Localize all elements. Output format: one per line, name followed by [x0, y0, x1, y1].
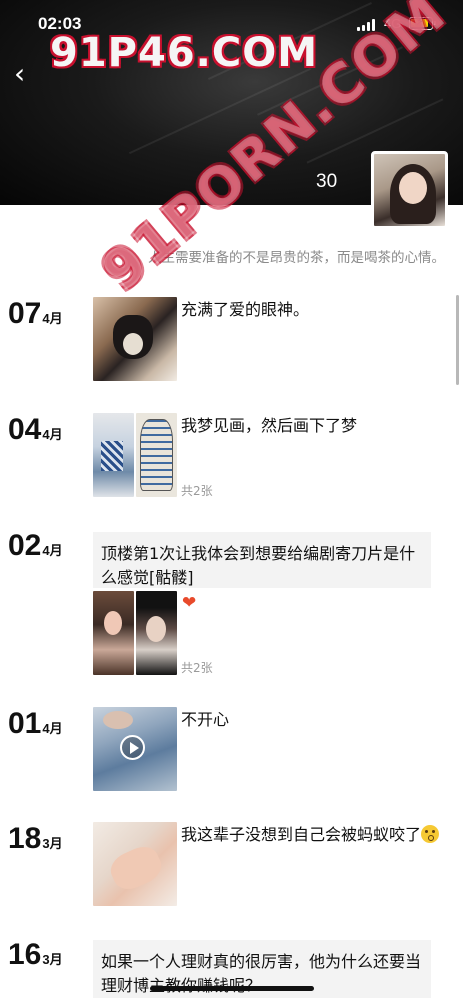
post-day: 04 — [8, 413, 42, 446]
timeline-post: 014月 不开心 — [0, 707, 463, 797]
scrollbar[interactable] — [456, 295, 459, 385]
signal-icon — [357, 19, 377, 31]
post-day: 18 — [8, 822, 42, 855]
post-image[interactable] — [93, 591, 134, 675]
post-date: 044月 — [8, 413, 63, 447]
post-day: 07 — [8, 297, 42, 330]
post-caption[interactable]: 我梦见画，然后画下了梦 — [181, 415, 357, 437]
post-date: 014月 — [8, 707, 63, 741]
timeline-post: 183月 我这辈子没想到自己会被蚂蚁咬了 — [0, 822, 463, 912]
post-day: 02 — [8, 529, 42, 562]
profile-signature: 人生需要准备的不是昂贵的茶，而是喝茶的心情。 — [148, 250, 445, 266]
post-image[interactable] — [93, 413, 134, 497]
post-month: 4月 — [42, 311, 63, 326]
post-image[interactable] — [93, 297, 177, 381]
post-month: 3月 — [42, 836, 63, 851]
post-caption[interactable]: 不开心 — [181, 709, 229, 731]
post-date: 074月 — [8, 297, 63, 331]
home-indicator[interactable] — [150, 986, 314, 991]
post-date: 163月 — [8, 938, 63, 972]
battery-icon: ⚡ — [409, 15, 436, 30]
chevron-left-icon[interactable]: ‹ — [14, 60, 38, 90]
post-date: 183月 — [8, 822, 63, 856]
post-month: 4月 — [42, 721, 63, 736]
post-date: 024月 — [8, 529, 63, 563]
heart-icon: ❤ — [182, 593, 197, 613]
post-image[interactable] — [136, 591, 177, 675]
header-count: 30 — [316, 171, 338, 192]
post-caption[interactable]: 充满了爱的眼神。 — [181, 299, 309, 321]
timeline-post: 044月 我梦见画，然后画下了梦 共2张 — [0, 413, 463, 503]
post-video[interactable] — [93, 707, 177, 791]
post-caption-text: 我这辈子没想到自己会被蚂蚁咬了 — [181, 825, 422, 844]
image-count: 共2张 — [181, 484, 213, 498]
flushed-face-icon — [421, 825, 440, 843]
play-icon[interactable] — [120, 735, 145, 760]
network-label: 4G — [384, 16, 402, 31]
post-image[interactable] — [136, 413, 177, 497]
post-day: 01 — [8, 707, 42, 740]
avatar[interactable] — [371, 151, 448, 229]
watermark-logo: 91P46.COM — [50, 30, 319, 76]
image-count: 共2张 — [181, 661, 213, 675]
post-image[interactable] — [93, 822, 177, 906]
timeline-post: 074月 充满了爱的眼神。 — [0, 297, 463, 387]
post-caption[interactable]: 我这辈子没想到自己会被蚂蚁咬了 — [181, 824, 441, 846]
post-month: 3月 — [42, 952, 63, 967]
post-month: 4月 — [42, 427, 63, 442]
post-text[interactable]: 顶楼第1次让我体会到想要给编剧寄刀片是什么感觉[骷髅] — [93, 532, 431, 588]
post-day: 16 — [8, 938, 42, 971]
post-month: 4月 — [42, 543, 63, 558]
